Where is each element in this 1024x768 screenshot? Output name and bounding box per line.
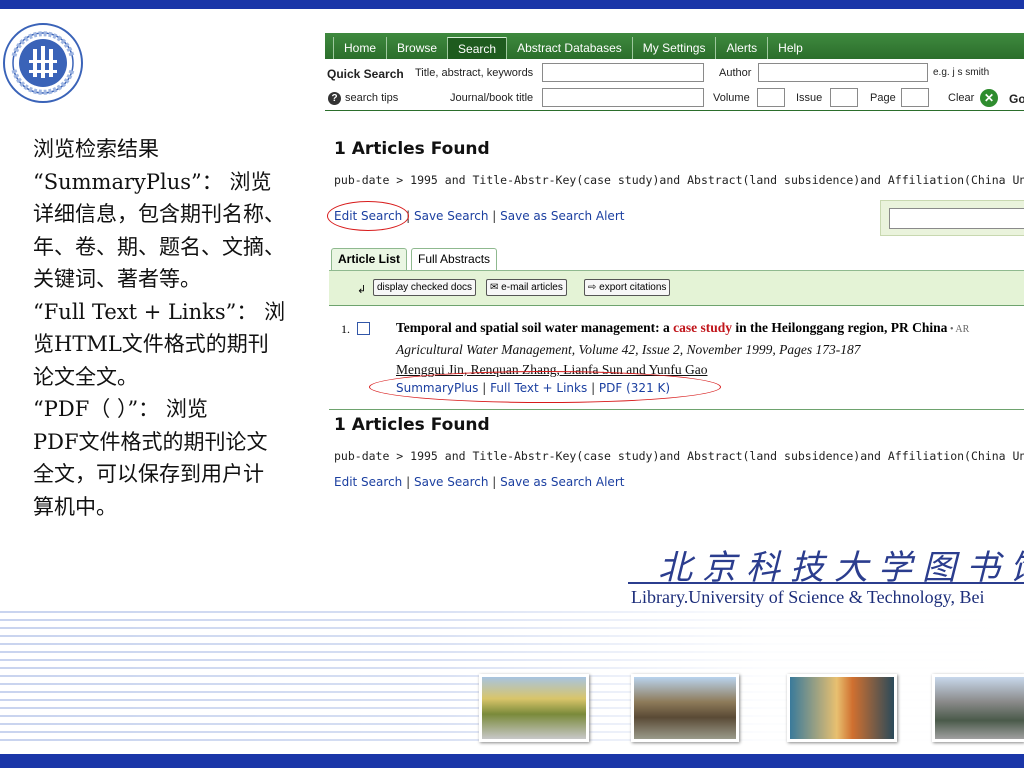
help-icon[interactable]: ? xyxy=(328,92,341,105)
display-checked-docs-button[interactable]: display checked docs xyxy=(373,279,477,296)
description-line: 算机中。 xyxy=(33,494,117,519)
keywords-input[interactable] xyxy=(542,63,704,82)
search-tips-link[interactable]: search tips xyxy=(345,92,398,104)
keywords-label: Title, abstract, keywords xyxy=(415,67,534,79)
description-line: 详细信息，包含期刊名称、 xyxy=(33,202,285,226)
library-reading-photo xyxy=(787,674,897,742)
author-label: Author xyxy=(719,67,752,79)
article-links-highlight-oval xyxy=(369,371,721,403)
within-results-search-input[interactable] xyxy=(889,208,1024,229)
search-actions-bottom: Edit Search | Save Search | Save as Sear… xyxy=(334,475,625,489)
results-count-bottom: 1 Articles Found xyxy=(334,415,490,435)
save-search-link[interactable]: Save Search xyxy=(414,209,489,223)
article-title[interactable]: Temporal and spatial soil water manageme… xyxy=(396,320,969,336)
main-navigation: Home Browse Search Abstract Databases My… xyxy=(325,33,1024,59)
save-alert-link[interactable]: Save as Search Alert xyxy=(500,209,624,223)
description-line: “SummaryPlus”： 浏览 xyxy=(33,169,272,194)
volume-input[interactable] xyxy=(757,88,785,107)
tab-article-list[interactable]: Article List xyxy=(331,248,408,270)
nav-tab-browse[interactable]: Browse xyxy=(386,37,447,59)
article-title-text-end: in the Heilonggang region, PR China xyxy=(732,320,948,335)
article-title-extra: • AR xyxy=(947,324,970,335)
results-count-top: 1 Articles Found xyxy=(334,139,490,159)
library-underline xyxy=(628,582,1024,584)
email-articles-button[interactable]: ✉ e-mail articles xyxy=(486,279,567,296)
description-line: 论文全文。 xyxy=(33,364,138,389)
clear-icon[interactable]: ✕ xyxy=(980,89,998,107)
page-label: Page xyxy=(870,92,896,104)
description-line: PDF文件格式的期刊论文 xyxy=(33,429,268,454)
query-string-bottom: pub-date > 1995 and Title-Abstr-Key(case… xyxy=(334,449,1024,463)
campus-photo-2 xyxy=(631,674,739,742)
page-input[interactable] xyxy=(901,88,929,107)
within-results-search-area xyxy=(880,200,1024,236)
description-text: 浏览检索结果 “SummaryPlus”： 浏览 详细信息，包含期刊名称、 年、… xyxy=(33,133,325,523)
query-string-top: pub-date > 1995 and Title-Abstr-Key(case… xyxy=(334,173,1024,187)
description-line: 全文，可以保存到用户计 xyxy=(33,462,264,486)
issue-input[interactable] xyxy=(830,88,858,107)
author-input[interactable] xyxy=(758,63,928,82)
description-line: 年、卷、期、题名、文摘、 xyxy=(33,234,285,259)
return-arrow-icon: ↲ xyxy=(357,284,367,296)
results-toolbar: ↲ display checked docs ✉ e-mail articles… xyxy=(329,270,1024,306)
library-name-english: Library.University of Science & Technolo… xyxy=(631,587,985,607)
issue-label: Issue xyxy=(796,92,823,104)
results-divider xyxy=(329,409,1024,410)
tab-full-abstracts[interactable]: Full Abstracts xyxy=(411,248,498,270)
university-logo xyxy=(2,22,84,104)
article-title-text: Temporal and spatial soil water manageme… xyxy=(396,320,674,335)
nav-tab-home[interactable]: Home xyxy=(333,37,386,59)
library-building-photo xyxy=(932,674,1024,742)
go-button[interactable]: Go xyxy=(1009,92,1024,106)
nav-tab-help[interactable]: Help xyxy=(767,37,813,59)
quick-search-title: Quick Search xyxy=(327,67,404,81)
envelope-icon: ✉ xyxy=(490,282,502,293)
quick-search-row-1: Quick Search Title, abstract, keywords A… xyxy=(325,61,1024,85)
author-hint: e.g. j s smith xyxy=(933,67,990,78)
export-citations-button[interactable]: ⇨ export citations xyxy=(584,279,671,296)
quick-search-divider xyxy=(325,110,1024,111)
article-number: 1. xyxy=(341,322,350,336)
bottom-frame-bar xyxy=(0,754,1024,768)
export-icon: ⇨ xyxy=(588,282,600,293)
article-checkbox[interactable] xyxy=(357,322,370,335)
export-citations-label: export citations xyxy=(599,282,667,293)
quick-search-row-2: ? search tips Journal/book title Volume … xyxy=(325,86,1024,110)
volume-label: Volume xyxy=(713,92,750,104)
email-articles-label: e-mail articles xyxy=(501,282,563,293)
description-line: “Full Text + Links”： 浏 xyxy=(33,299,286,324)
result-view-tabs: Article List Full Abstracts xyxy=(331,248,501,270)
nav-tab-abstract-databases[interactable]: Abstract Databases xyxy=(506,37,632,59)
description-line: 浏览检索结果 xyxy=(33,137,159,161)
edit-search-link[interactable]: Edit Search xyxy=(334,475,402,489)
save-alert-link[interactable]: Save as Search Alert xyxy=(500,475,624,489)
search-results-screenshot: Home Browse Search Abstract Databases My… xyxy=(325,30,1024,500)
nav-tab-alerts[interactable]: Alerts xyxy=(715,37,767,59)
campus-photo-1 xyxy=(479,674,589,742)
description-line: 关键词、著者等。 xyxy=(33,267,201,291)
description-line: “PDF（ ）”： 浏览 xyxy=(33,397,208,421)
top-frame-bar xyxy=(0,0,1024,9)
nav-tab-my-settings[interactable]: My Settings xyxy=(631,37,716,59)
article-journal: Agricultural Water Management, Volume 42… xyxy=(396,342,861,357)
edit-search-highlight-oval xyxy=(327,201,409,231)
nav-tab-search[interactable]: Search xyxy=(447,37,507,59)
article-title-highlight: case study xyxy=(673,320,733,335)
journal-title-input[interactable] xyxy=(542,88,704,107)
clear-label[interactable]: Clear xyxy=(948,92,974,104)
journal-title-label: Journal/book title xyxy=(450,92,534,104)
description-line: 览HTML文件格式的期刊 xyxy=(33,332,269,356)
save-search-link[interactable]: Save Search xyxy=(414,475,489,489)
